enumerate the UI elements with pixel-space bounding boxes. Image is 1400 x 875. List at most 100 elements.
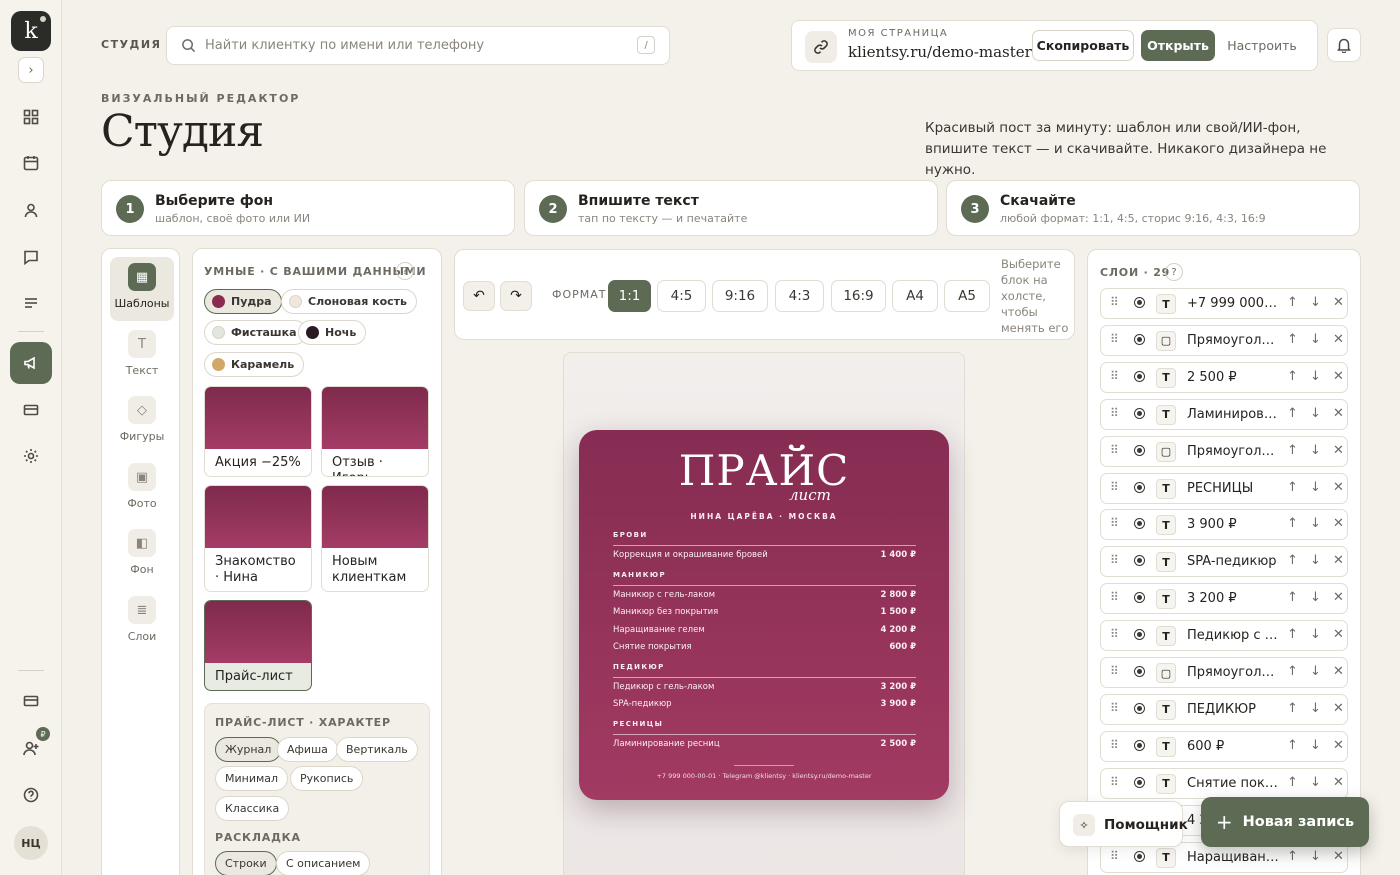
nav-settings[interactable] [16,441,46,471]
post-canvas[interactable]: ПРАЙС лист НИНА ЦАРЁВА · МОСКВА +7 999 0… [579,430,949,800]
tool-layers[interactable]: ≣ Слои [110,590,174,654]
post-price-row[interactable]: Снятие покрытия 600 ₽ [613,642,916,652]
drag-handle-icon[interactable]: ⠿ [1110,369,1119,383]
post-price-row[interactable]: SPA-педикюр 3 900 ₽ [613,699,916,709]
style-chip[interactable]: Минимал [215,766,289,791]
move-down-icon[interactable]: ↓ [1310,443,1321,458]
move-down-icon[interactable]: ↓ [1310,406,1321,421]
move-down-icon[interactable]: ↓ [1310,738,1321,753]
my-page-url[interactable]: klientsy.ru/demo-master [848,43,1032,61]
drag-handle-icon[interactable]: ⠿ [1110,516,1119,530]
layer-row[interactable]: ⠿ T 3 900 ₽ ↑ ↓ ✕ [1100,509,1348,541]
style-chip[interactable]: Рукопись [290,766,364,791]
style-chip[interactable]: Классика [215,796,290,821]
layer-row[interactable]: ⠿ ▢ Прямоугольник ↑ ↓ ✕ [1100,324,1348,356]
delete-layer-icon[interactable]: ✕ [1333,369,1344,384]
delete-layer-icon[interactable]: ✕ [1333,590,1344,605]
search-input[interactable]: Найти клиентку по имени или телефону / [166,26,670,65]
post-title[interactable]: ПРАЙС [579,446,949,495]
drag-handle-icon[interactable]: ⠿ [1110,849,1119,863]
visibility-icon[interactable] [1134,481,1145,493]
move-up-icon[interactable]: ↑ [1287,443,1298,458]
layer-row[interactable]: ⠿ T +7 999 000-0... ↑ ↓ ✕ [1100,288,1348,319]
visibility-icon[interactable] [1134,297,1145,308]
move-up-icon[interactable]: ↑ [1287,553,1298,568]
layer-row[interactable]: ⠿ T Ламинирование ↑ ↓ ✕ [1100,398,1348,430]
configure-button[interactable]: Настроить [1222,30,1302,61]
layers-help-button[interactable]: ? [1165,263,1183,281]
layer-row[interactable]: ⠿ T SPA-педикюр ↑ ↓ ✕ [1100,546,1348,578]
visibility-icon[interactable] [1134,370,1145,382]
nav-clients[interactable] [16,195,46,225]
visibility-icon[interactable] [1134,776,1145,788]
copy-button[interactable]: Скопировать [1032,30,1134,61]
open-button[interactable]: Открыть [1141,30,1215,61]
move-up-icon[interactable]: ↑ [1287,516,1298,531]
move-down-icon[interactable]: ↓ [1310,775,1321,790]
drag-handle-icon[interactable]: ⠿ [1110,553,1119,567]
visibility-icon[interactable] [1134,739,1145,751]
layer-row[interactable]: ⠿ T 2 500 ₽ ↑ ↓ ✕ [1100,361,1348,393]
layer-row[interactable]: ⠿ ▢ Прямоугольник ↑ ↓ ✕ [1100,657,1348,688]
move-down-icon[interactable]: ↓ [1310,849,1321,864]
move-down-icon[interactable]: ↓ [1310,295,1321,310]
delete-layer-icon[interactable]: ✕ [1333,332,1344,347]
visibility-icon[interactable] [1134,333,1145,345]
move-up-icon[interactable]: ↑ [1287,738,1298,753]
tool-photo[interactable]: ▣ Фото [110,457,174,521]
drag-handle-icon[interactable]: ⠿ [1110,406,1119,420]
post-price-row[interactable]: Маникюр с гель-лаком 2 800 ₽ [613,590,916,600]
move-up-icon[interactable]: ↑ [1287,480,1298,495]
post-subtitle[interactable]: лист [789,486,831,504]
layer-row[interactable]: ⠿ T Снятие покрытия ↑ ↓ ✕ [1100,767,1348,799]
layer-row[interactable]: ⠿ T 3 200 ₽ ↑ ↓ ✕ [1100,583,1348,615]
nav-studio[interactable] [10,342,52,384]
post-section-title[interactable]: ПЕДИКЮР [613,663,665,671]
move-down-icon[interactable]: ↓ [1310,516,1321,531]
post-price-row[interactable]: Маникюр без покрытия 1 500 ₽ [613,607,916,617]
visibility-icon[interactable] [1134,518,1145,530]
layout-chip[interactable]: С описанием [276,851,371,875]
drag-handle-icon[interactable]: ⠿ [1110,664,1119,678]
delete-layer-icon[interactable]: ✕ [1333,516,1344,531]
visibility-icon[interactable] [1134,407,1145,419]
delete-layer-icon[interactable]: ✕ [1333,849,1344,864]
avatar[interactable]: НЦ [14,826,48,860]
style-chip[interactable]: Вертикаль [336,737,418,762]
move-down-icon[interactable]: ↓ [1310,590,1321,605]
app-logo[interactable]: k [11,11,51,51]
tool-background[interactable]: ◧ Фон [110,523,174,587]
drag-handle-icon[interactable]: ⠿ [1110,775,1119,789]
move-up-icon[interactable]: ↑ [1287,775,1298,790]
undo-button[interactable]: ↶ [463,281,495,311]
format-4-5[interactable]: 4:5 [657,280,706,312]
drag-handle-icon[interactable]: ⠿ [1110,443,1119,457]
post-section-title[interactable]: РЕСНИЦЫ [613,720,663,728]
post-section-title[interactable]: МАНИКЮР [613,571,666,579]
drag-handle-icon[interactable]: ⠿ [1110,738,1119,752]
template-card[interactable]: Акция −25% [204,386,312,477]
move-up-icon[interactable]: ↑ [1287,701,1298,716]
style-chip[interactable]: Журнал [215,737,282,762]
move-up-icon[interactable]: ↑ [1287,849,1298,864]
move-down-icon[interactable]: ↓ [1310,553,1321,568]
delete-layer-icon[interactable]: ✕ [1333,738,1344,753]
delete-layer-icon[interactable]: ✕ [1333,627,1344,642]
format-a4[interactable]: A4 [892,280,938,312]
format-16-9[interactable]: 16:9 [831,280,886,312]
delete-layer-icon[interactable]: ✕ [1333,775,1344,790]
move-up-icon[interactable]: ↑ [1287,369,1298,384]
layer-row[interactable]: ⠿ ▢ Прямоугольник ↑ ↓ ✕ [1100,435,1348,467]
move-down-icon[interactable]: ↓ [1310,332,1321,347]
template-card-selected[interactable]: Прайс-лист [204,600,312,691]
visibility-icon[interactable] [1134,850,1145,862]
layer-row[interactable]: ⠿ T 600 ₽ ↑ ↓ ✕ [1100,730,1348,762]
delete-layer-icon[interactable]: ✕ [1333,295,1344,310]
post-price-row[interactable]: Ламинирование ресниц 2 500 ₽ [613,739,916,749]
post-price-row[interactable]: Наращивание гелем 4 200 ₽ [613,625,916,635]
format-1-1[interactable]: 1:1 [608,280,651,312]
drag-handle-icon[interactable]: ⠿ [1110,701,1119,715]
visibility-icon[interactable] [1134,702,1145,714]
visibility-icon[interactable] [1134,555,1145,567]
delete-layer-icon[interactable]: ✕ [1333,701,1344,716]
